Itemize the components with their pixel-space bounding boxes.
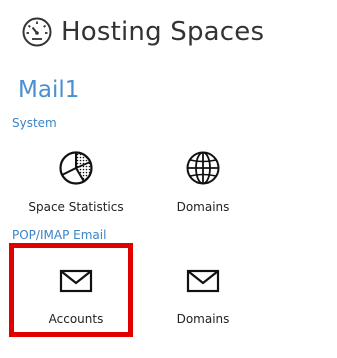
system-domains-label: Domains <box>176 200 230 214</box>
email-domains-tile[interactable]: Domains <box>139 262 267 350</box>
group-label-pop-imap-email: POP/IMAP Email <box>12 228 107 242</box>
gauge-icon <box>22 17 52 47</box>
space-statistics-tile[interactable]: Space Statistics <box>12 150 140 238</box>
envelope-icon <box>186 269 220 293</box>
email-accounts-tile[interactable]: Accounts <box>12 262 140 350</box>
envelope-icon <box>59 269 93 293</box>
globe-icon <box>186 151 220 185</box>
page-header: Hosting Spaces <box>21 14 264 50</box>
pie-chart-icon <box>59 151 93 185</box>
system-domains-tile[interactable]: Domains <box>139 150 267 238</box>
page-title: Hosting Spaces <box>61 17 265 47</box>
hosting-spaces-page: Hosting Spaces Mail1 System Space Statis… <box>0 0 337 358</box>
space-name[interactable]: Mail1 <box>18 77 79 103</box>
space-statistics-label: Space Statistics <box>28 200 124 214</box>
group-label-system: System <box>12 116 57 130</box>
email-domains-label: Domains <box>176 312 230 326</box>
email-accounts-label: Accounts <box>48 312 104 326</box>
